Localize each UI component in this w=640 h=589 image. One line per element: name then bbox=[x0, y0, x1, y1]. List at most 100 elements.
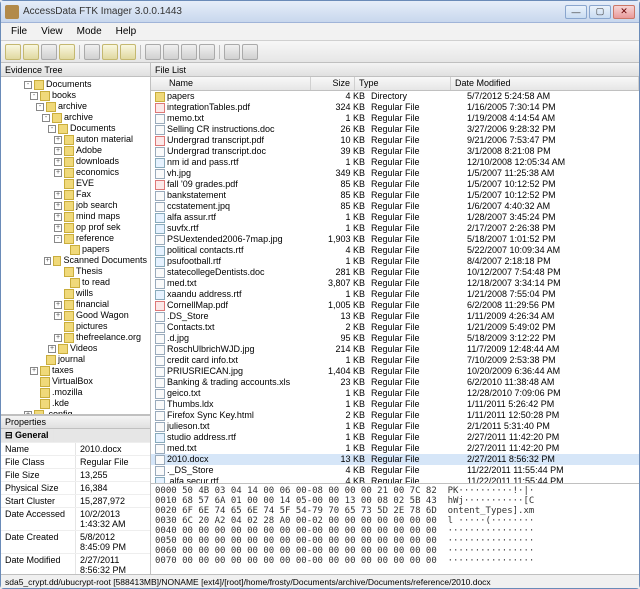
tree-node[interactable]: .mozilla bbox=[3, 387, 148, 398]
expand-toggle[interactable]: + bbox=[54, 169, 62, 177]
expand-toggle[interactable]: - bbox=[42, 114, 50, 122]
file-row[interactable]: statecollegeDentists.doc281 KBRegular Fi… bbox=[151, 267, 639, 278]
tree-node[interactable]: -reference bbox=[3, 233, 148, 244]
file-row[interactable]: med.txt1 KBRegular File2/27/2011 11:42:2… bbox=[151, 443, 639, 454]
tool-view1[interactable] bbox=[145, 44, 161, 60]
expand-toggle[interactable]: + bbox=[54, 312, 62, 320]
expand-toggle[interactable]: + bbox=[48, 345, 56, 353]
prop-row[interactable]: Date Accessed10/2/2013 1:43:32 AM bbox=[1, 508, 150, 531]
tree-node[interactable]: Thesis bbox=[3, 266, 148, 277]
file-row[interactable]: PRIUSRIECAN.jpg1,404 KBRegular File10/20… bbox=[151, 366, 639, 377]
tree-node[interactable]: +Fax bbox=[3, 189, 148, 200]
file-row[interactable]: papers4 KBDirectory5/7/2012 5:24:58 AM bbox=[151, 91, 639, 102]
expand-toggle[interactable]: - bbox=[24, 81, 32, 89]
file-row[interactable]: xaandu address.rtf1 KBRegular File1/21/2… bbox=[151, 289, 639, 300]
filelist-columns[interactable]: Name Size Type Date Modified bbox=[151, 77, 639, 91]
expand-toggle[interactable]: + bbox=[44, 257, 51, 265]
tree-node[interactable]: pictures bbox=[3, 321, 148, 332]
file-row[interactable]: memo.txt1 KBRegular File1/19/2008 4:14:5… bbox=[151, 113, 639, 124]
menu-help[interactable]: Help bbox=[110, 25, 143, 38]
file-row[interactable]: psufootball.rtf1 KBRegular File8/4/2007 … bbox=[151, 256, 639, 267]
tool-view2[interactable] bbox=[163, 44, 179, 60]
file-row[interactable]: ._DS_Store4 KBRegular File11/22/2011 11:… bbox=[151, 465, 639, 476]
prop-row[interactable]: Start Cluster15,287,972 bbox=[1, 495, 150, 508]
file-row[interactable]: bankstatement85 KBRegular File1/5/2007 1… bbox=[151, 190, 639, 201]
tree-node[interactable]: +Scanned Documents bbox=[3, 255, 148, 266]
expand-toggle[interactable]: - bbox=[30, 92, 38, 100]
properties-table[interactable]: ⊟ GeneralName2010.docxFile ClassRegular … bbox=[1, 429, 150, 574]
expand-toggle[interactable]: - bbox=[48, 125, 56, 133]
file-row[interactable]: Thumbs.ldx1 KBRegular File1/11/2011 5:26… bbox=[151, 399, 639, 410]
evidence-tree[interactable]: -Documents-books-archive-archive-Documen… bbox=[1, 77, 150, 414]
file-row[interactable]: CornellMap.pdf1,005 KBRegular File6/2/20… bbox=[151, 300, 639, 311]
tree-node[interactable]: -archive bbox=[3, 112, 148, 123]
file-row[interactable]: geico.txt1 KBRegular File12/28/2010 7:09… bbox=[151, 388, 639, 399]
col-size[interactable]: Size bbox=[311, 77, 355, 90]
expand-toggle[interactable]: + bbox=[54, 334, 62, 342]
tool-view4[interactable] bbox=[199, 44, 215, 60]
tree-node[interactable]: VirtualBox bbox=[3, 376, 148, 387]
tree-node[interactable]: +Good Wagon bbox=[3, 310, 148, 321]
expand-toggle[interactable]: + bbox=[54, 158, 62, 166]
file-row[interactable]: fall '09 grades.pdf85 KBRegular File1/5/… bbox=[151, 179, 639, 190]
tree-node[interactable]: +mind maps bbox=[3, 211, 148, 222]
file-row[interactable]: Undergrad transcript.doc39 KBRegular Fil… bbox=[151, 146, 639, 157]
expand-toggle[interactable]: + bbox=[54, 213, 62, 221]
hex-viewer[interactable]: 0000 50 4B 03 04 14 00 06 00-08 00 00 00… bbox=[151, 484, 639, 574]
filelist-body[interactable]: papers4 KBDirectory5/7/2012 5:24:58 AMin… bbox=[151, 91, 639, 483]
file-row[interactable]: credit card info.txt1 KBRegular File7/10… bbox=[151, 355, 639, 366]
file-row[interactable]: julieson.txt1 KBRegular File2/1/2011 5:3… bbox=[151, 421, 639, 432]
col-type[interactable]: Type bbox=[355, 77, 451, 90]
prop-row[interactable]: Date Modified2/27/2011 8:56:32 PM bbox=[1, 554, 150, 574]
file-row[interactable]: studio address.rtf1 KBRegular File2/27/2… bbox=[151, 432, 639, 443]
tree-node[interactable]: journal bbox=[3, 354, 148, 365]
prop-row[interactable]: File Size13,255 bbox=[1, 469, 150, 482]
tool-hash[interactable] bbox=[120, 44, 136, 60]
expand-toggle[interactable]: + bbox=[54, 147, 62, 155]
prop-row[interactable]: Date Created5/8/2012 8:45:09 PM bbox=[1, 531, 150, 554]
file-row[interactable]: Contacts.txt2 KBRegular File1/21/2009 5:… bbox=[151, 322, 639, 333]
file-row[interactable]: .alfa secur.rtf4 KBRegular File11/22/201… bbox=[151, 476, 639, 483]
tree-node[interactable]: -Documents bbox=[3, 79, 148, 90]
file-row[interactable]: nm id and pass.rtf1 KBRegular File12/10/… bbox=[151, 157, 639, 168]
file-row[interactable]: vh.jpg349 KBRegular File1/5/2007 11:25:3… bbox=[151, 168, 639, 179]
file-row[interactable]: .d.jpg95 KBRegular File5/18/2009 3:12:22… bbox=[151, 333, 639, 344]
menu-view[interactable]: View bbox=[35, 25, 69, 38]
tree-node[interactable]: .kde bbox=[3, 398, 148, 409]
tool-misc1[interactable] bbox=[224, 44, 240, 60]
prop-row[interactable]: Name2010.docx bbox=[1, 443, 150, 456]
col-date[interactable]: Date Modified bbox=[451, 77, 639, 90]
expand-toggle[interactable]: + bbox=[54, 202, 62, 210]
tool-export-list[interactable] bbox=[102, 44, 118, 60]
expand-toggle[interactable]: - bbox=[54, 235, 62, 243]
tree-node[interactable]: +downloads bbox=[3, 156, 148, 167]
close-button[interactable]: ✕ bbox=[613, 5, 635, 19]
tree-node[interactable]: +taxes bbox=[3, 365, 148, 376]
tree-node[interactable]: +Videos bbox=[3, 343, 148, 354]
file-row[interactable]: med.txt3,807 KBRegular File12/18/2007 3:… bbox=[151, 278, 639, 289]
tree-node[interactable]: +thefreelance.org bbox=[3, 332, 148, 343]
tree-node[interactable]: EVE bbox=[3, 178, 148, 189]
tool-view3[interactable] bbox=[181, 44, 197, 60]
file-row[interactable]: suvfx.rtf1 KBRegular File2/17/2007 2:26:… bbox=[151, 223, 639, 234]
tree-node[interactable]: +job search bbox=[3, 200, 148, 211]
file-row[interactable]: integrationTables.pdf324 KBRegular File1… bbox=[151, 102, 639, 113]
tree-node[interactable]: -Documents bbox=[3, 123, 148, 134]
expand-toggle[interactable]: + bbox=[54, 136, 62, 144]
tree-node[interactable]: +economics bbox=[3, 167, 148, 178]
file-row[interactable]: RoschUlbrichWJD.jpg214 KBRegular File11/… bbox=[151, 344, 639, 355]
expand-toggle[interactable]: + bbox=[30, 367, 38, 375]
tree-node[interactable]: wills bbox=[3, 288, 148, 299]
file-row[interactable]: Selling CR instructions.doc26 KBRegular … bbox=[151, 124, 639, 135]
tree-node[interactable]: +auton material bbox=[3, 134, 148, 145]
expand-toggle[interactable]: - bbox=[36, 103, 44, 111]
tree-node[interactable]: +financial bbox=[3, 299, 148, 310]
file-row[interactable]: alfa assur.rtf1 KBRegular File1/28/2007 … bbox=[151, 212, 639, 223]
menu-file[interactable]: File bbox=[5, 25, 33, 38]
tree-node[interactable]: -books bbox=[3, 90, 148, 101]
file-row[interactable]: 2010.docx13 KBRegular File2/27/2011 8:56… bbox=[151, 454, 639, 465]
tool-create-image[interactable] bbox=[59, 44, 75, 60]
file-row[interactable]: Firefox Sync Key.html2 KBRegular File1/1… bbox=[151, 410, 639, 421]
prop-group[interactable]: ⊟ General bbox=[1, 429, 150, 443]
expand-toggle[interactable]: + bbox=[54, 301, 62, 309]
